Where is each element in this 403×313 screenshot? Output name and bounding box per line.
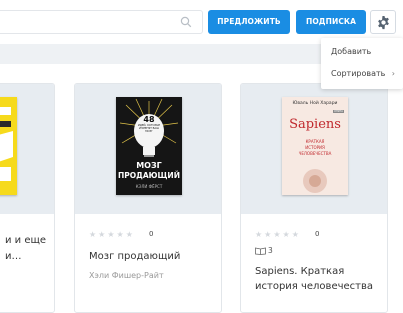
cover-tagline: ИДЕЙ, КОТОРЫЕ ИЗМЕНЯТ ВАШ МОЗГ	[137, 124, 161, 133]
propose-button[interactable]: ПРЕДЛОЖИТЬ	[208, 10, 290, 34]
settings-button[interactable]	[370, 10, 396, 34]
search-icon[interactable]	[180, 16, 192, 28]
cover-figure	[303, 169, 327, 193]
book-card[interactable]: Юваль Ной Харари КНИГА Sapiens КРАТКАЯ И…	[240, 83, 388, 313]
cover-title: МОЗГ	[136, 161, 162, 170]
subscribe-button[interactable]: ПОДПИСКА	[296, 10, 366, 34]
gear-icon	[378, 15, 389, 30]
cover-title: Sapiens	[289, 117, 341, 132]
book-cover-area: 48 ИДЕЙ, КОТОРЫЕ ИЗМЕНЯТ ВАШ МОЗГ МОЗГ П…	[75, 84, 221, 214]
book-cover	[0, 97, 17, 195]
cover-title-2: ПРОДАЮЩИЙ	[118, 171, 180, 180]
menu-item-sort[interactable]: Сортировать	[331, 69, 385, 78]
rating-count: 0	[315, 230, 320, 238]
rating-stars[interactable]: ★★★★★	[89, 230, 135, 239]
cover-author: Юваль Ной Харари	[292, 101, 338, 106]
rating-stars[interactable]: ★★★★★	[255, 230, 301, 239]
book-title-line-2[interactable]: история человечества	[255, 280, 373, 294]
cover-badge: КНИГА	[333, 110, 344, 113]
cover-subtitle-1: КРАТКАЯ	[305, 139, 325, 144]
menu-item-add[interactable]: Добавить	[331, 47, 371, 56]
book-title[interactable]: Sapiens. Краткая	[255, 265, 344, 279]
book-title[interactable]: и и еще	[5, 234, 46, 248]
book-cover: 48 ИДЕЙ, КОТОРЫЕ ИЗМЕНЯТ ВАШ МОЗГ МОЗГ П…	[116, 97, 182, 195]
settings-menu: Добавить Сортировать ›	[321, 38, 403, 89]
rating-count: 0	[149, 230, 154, 238]
cover-author: КЭЛИ ФЁРСТ	[135, 184, 163, 189]
cover-subtitle-3: ЧЕЛОВЕЧЕСТВА	[298, 151, 332, 156]
chevron-right-icon: ›	[391, 69, 395, 78]
book-card[interactable]: 48 ИДЕЙ, КОТОРЫЕ ИЗМЕНЯТ ВАШ МОЗГ МОЗГ П…	[74, 83, 222, 313]
pages-value: 3	[268, 246, 273, 255]
book-card[interactable]: и и еще и…	[0, 83, 55, 313]
book-title[interactable]: Мозг продающий	[89, 250, 180, 264]
pages-count: 3	[255, 246, 273, 255]
book-cover-area	[0, 84, 54, 214]
book-cover: Юваль Ной Харари КНИГА Sapiens КРАТКАЯ И…	[282, 97, 348, 195]
search-input[interactable]	[0, 10, 203, 34]
cover-number: 48	[143, 115, 155, 124]
book-author[interactable]: Хэли Фишер-Райт	[89, 271, 164, 280]
book-cover-area: Юваль Ной Харари КНИГА Sapiens КРАТКАЯ И…	[241, 84, 387, 214]
cover-subtitle-2: ИСТОРИЯ	[305, 145, 325, 150]
book-icon	[255, 247, 266, 255]
book-title-line-2[interactable]: и…	[5, 250, 22, 264]
